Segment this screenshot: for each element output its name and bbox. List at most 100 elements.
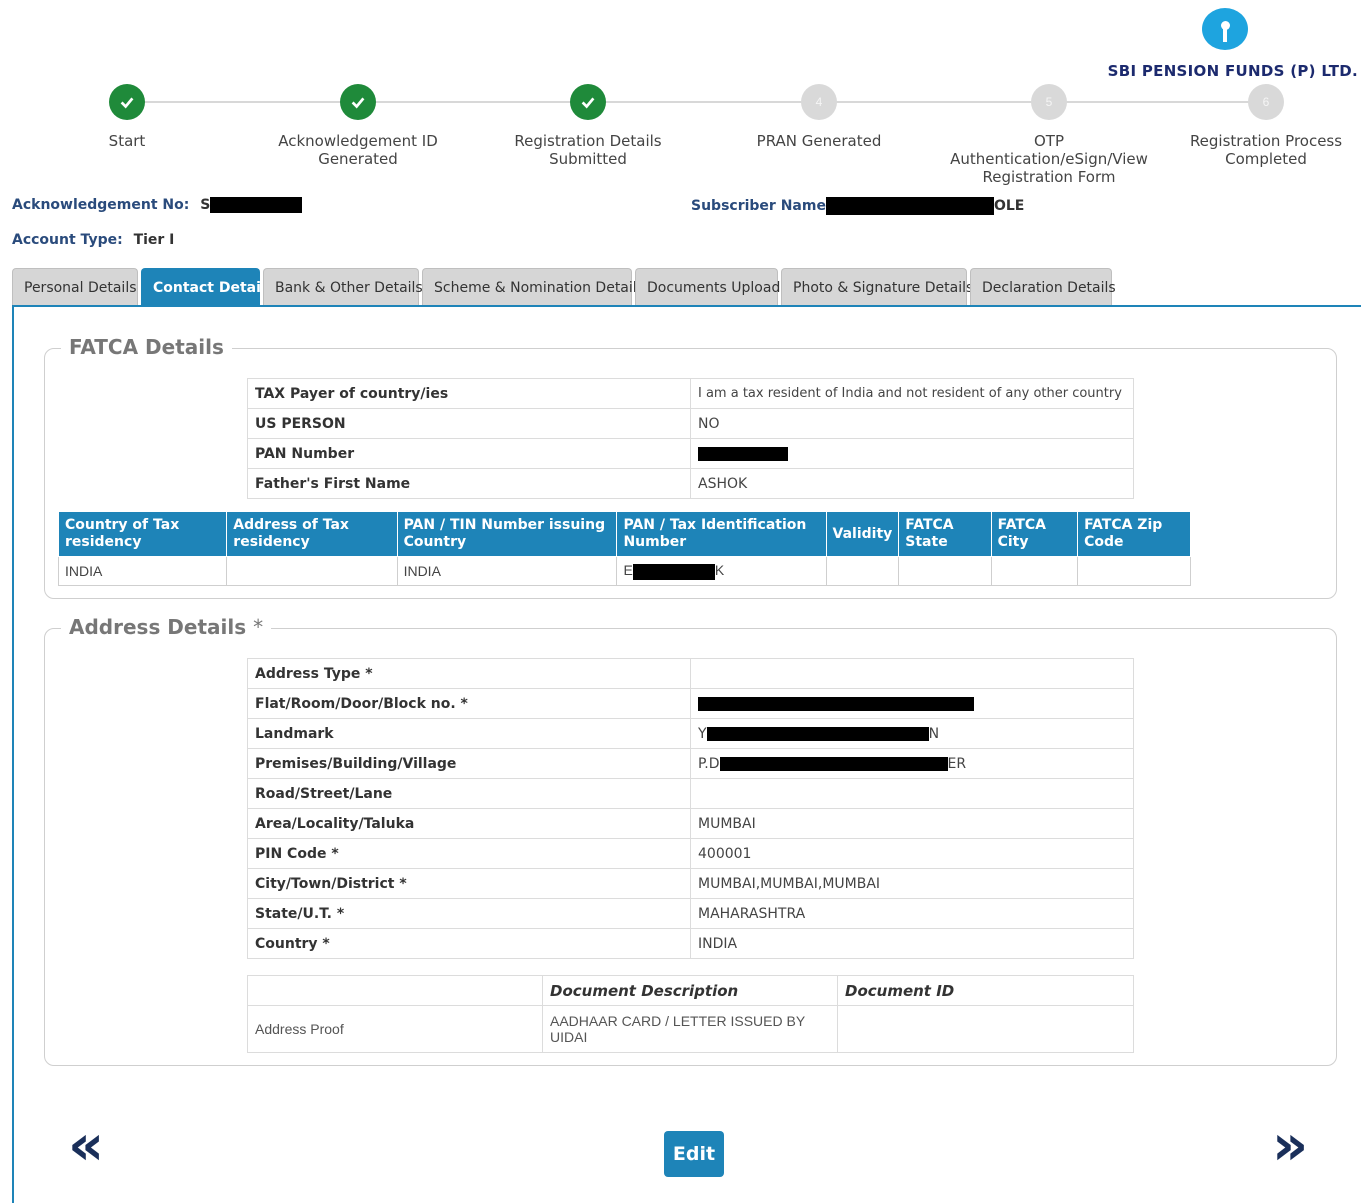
row-value: [690, 438, 1134, 469]
row-label: Flat/Room/Door/Block no. *: [247, 688, 691, 719]
column-header: Country of Tax residency: [57, 511, 228, 557]
row-value: YN: [690, 718, 1134, 749]
column-header: PAN / Tax Identification Number: [616, 511, 827, 557]
brand-header: SBI PENSION FUNDS (P) LTD.: [1061, 0, 1361, 90]
row-value: I am a tax resident of India and not res…: [690, 378, 1134, 409]
row-label: Road/Street/Lane: [247, 778, 691, 809]
table-row: Area/Locality/Taluka MUMBAI: [247, 808, 1134, 839]
tab-photo-signature[interactable]: Photo & Signature Details: [781, 268, 973, 306]
redaction-bar: [210, 197, 303, 213]
address-details-table: Address Type * Flat/Room/Door/Block no. …: [247, 658, 1134, 959]
table-row: US PERSON NO: [247, 408, 1134, 439]
step-pran-generated: 4 PRAN Generated: [699, 84, 939, 150]
table-row: TAX Payer of country/ies I am a tax resi…: [247, 378, 1134, 409]
row-label: Area/Locality/Taluka: [247, 808, 691, 839]
address-fieldset: Address Details * Address Type * Flat/Ro…: [44, 615, 1337, 1066]
fatca-details-table: TAX Payer of country/ies I am a tax resi…: [247, 378, 1134, 499]
cell-state: [898, 556, 992, 586]
cell-validity: [825, 556, 900, 586]
table-row: PIN Code * 400001: [247, 838, 1134, 869]
fatca-fieldset: FATCA Details TAX Payer of country/ies I…: [44, 335, 1337, 599]
column-header: Address of Tax residency: [226, 511, 398, 557]
row-value: [690, 778, 1134, 809]
step-registration-submitted: Registration Details Submitted: [468, 84, 708, 168]
row-value: MUMBAI: [690, 808, 1134, 839]
table-row: PAN Number: [247, 438, 1134, 469]
redaction-bar: [698, 446, 788, 461]
redaction-bar: [706, 726, 929, 741]
doc-type: Address Proof: [247, 1005, 543, 1053]
table-header-row: Country of Tax residency Address of Tax …: [57, 511, 1191, 557]
column-header: Validity: [825, 511, 900, 557]
panel-border: [12, 305, 14, 1203]
section-tabs: Personal Details Contact Details Bank & …: [12, 268, 1116, 306]
address-proof-table: Document Description Document ID Address…: [247, 975, 1134, 1053]
table-row: Landmark YN: [247, 718, 1134, 749]
previous-arrow-icon[interactable]: «: [68, 1118, 104, 1174]
account-type-value: Tier I: [133, 232, 175, 248]
column-header: FATCA Zip Code: [1077, 511, 1191, 557]
step-process-completed: 6 Registration Process Completed: [1146, 84, 1361, 168]
step-number: 6: [1248, 84, 1284, 120]
row-label: State/U.T. *: [247, 898, 691, 929]
tab-declaration-details[interactable]: Declaration Details: [970, 268, 1116, 306]
step-number: 5: [1031, 84, 1067, 120]
row-label: TAX Payer of country/ies: [247, 378, 691, 409]
table-row: State/U.T. * MAHARASHTRA: [247, 898, 1134, 929]
column-header: [247, 975, 543, 1006]
account-type-label: Account Type:: [12, 232, 123, 248]
doc-id: [837, 1005, 1134, 1053]
row-value: 400001: [690, 838, 1134, 869]
row-value: INDIA: [690, 928, 1134, 959]
step-label: PRAN Generated: [756, 132, 882, 150]
step-label: OTP Authentication/eSign/View Registrati…: [950, 132, 1148, 186]
row-label: Country *: [247, 928, 691, 959]
edit-button[interactable]: Edit: [664, 1131, 724, 1177]
row-value: MAHARASHTRA: [690, 898, 1134, 929]
subscriber-info: Subscriber Name OLE: [691, 197, 1024, 215]
tab-contact-details[interactable]: Contact Details: [141, 268, 274, 306]
column-header: Document ID: [837, 975, 1134, 1006]
subscriber-label: Subscriber Name: [691, 198, 826, 214]
row-value: P.D ER: [690, 748, 1134, 779]
table-row: INDIA INDIA EK: [57, 556, 1191, 586]
step-label: Start: [108, 132, 146, 150]
cell-zip: [1077, 556, 1191, 586]
cell-city: [990, 556, 1079, 586]
tax-residency-table: Country of Tax residency Address of Tax …: [57, 511, 1191, 586]
brand-name: SBI PENSION FUNDS (P) LTD.: [1107, 62, 1358, 80]
cell-issuing-country: INDIA: [396, 556, 618, 586]
account-type-info: Account Type: Tier I: [12, 232, 174, 248]
row-value: [690, 658, 1134, 689]
tab-bank-other-details[interactable]: Bank & Other Details: [263, 268, 423, 306]
table-row: Address Proof AADHAAR CARD / LETTER ISSU…: [247, 1005, 1134, 1053]
check-icon: [109, 84, 145, 120]
tab-documents-upload[interactable]: Documents Upload: [635, 268, 780, 306]
table-row: Premises/Building/Village P.D ER: [247, 748, 1134, 779]
row-value: MUMBAI,MUMBAI,MUMBAI: [690, 868, 1134, 899]
next-arrow-icon[interactable]: »: [1272, 1118, 1308, 1174]
row-label: PIN Code *: [247, 838, 691, 869]
row-label: Landmark: [247, 718, 691, 749]
subscriber-suffix: OLE: [993, 198, 1025, 214]
table-header-row: Document Description Document ID: [247, 975, 1134, 1006]
ack-label: Acknowledgement No:: [12, 197, 190, 213]
redaction-bar: [719, 756, 948, 771]
tab-personal-details[interactable]: Personal Details: [12, 268, 138, 306]
cell-pan: EK: [616, 556, 827, 586]
row-label: City/Town/District *: [247, 868, 691, 899]
tab-underline: [12, 305, 1361, 307]
redaction-bar: [632, 563, 715, 580]
sbi-logo-icon: [1202, 8, 1248, 50]
row-label: US PERSON: [247, 408, 691, 439]
row-value: NO: [690, 408, 1134, 439]
table-row: Country * INDIA: [247, 928, 1134, 959]
column-header: FATCA City: [990, 511, 1079, 557]
step-otp-esign: 5 OTP Authentication/eSign/View Registra…: [929, 84, 1169, 186]
step-label: Acknowledgement ID Generated: [278, 132, 438, 168]
row-value: ASHOK: [690, 468, 1134, 499]
ack-prefix: S: [200, 197, 211, 213]
redaction-bar: [698, 696, 974, 711]
tab-scheme-nomination[interactable]: Scheme & Nomination Details: [422, 268, 644, 306]
redaction-bar: [825, 197, 994, 215]
